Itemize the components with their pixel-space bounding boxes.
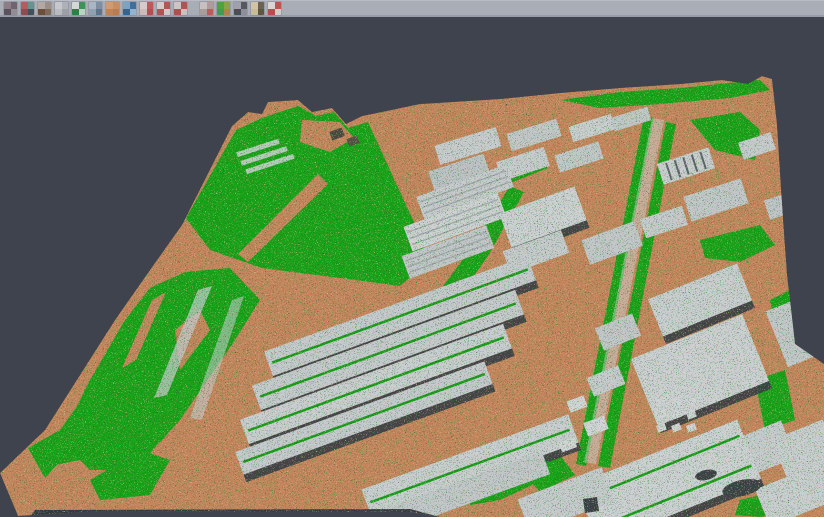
icon-pixel bbox=[241, 9, 248, 16]
toolbar-measure-icon[interactable] bbox=[268, 2, 281, 15]
toolbar-point-density-icon[interactable] bbox=[55, 2, 68, 15]
icon-pixel bbox=[275, 9, 282, 16]
icon-pixel bbox=[79, 9, 86, 16]
icon-pixel bbox=[207, 9, 214, 16]
icon-pixel bbox=[258, 9, 265, 16]
toolbar-classified-view-icon[interactable] bbox=[217, 2, 230, 15]
icon-pixel bbox=[164, 9, 171, 16]
toolbar-list-tool-icon[interactable] bbox=[140, 2, 153, 15]
toolbar-snapshot-icon[interactable] bbox=[234, 2, 247, 15]
toolbar-open-cloud-icon[interactable] bbox=[4, 2, 17, 15]
icon-pixel bbox=[45, 9, 52, 16]
icon-pixel bbox=[147, 9, 154, 16]
icon-pixel bbox=[11, 9, 18, 16]
toolbar-profile-view-icon[interactable] bbox=[89, 2, 102, 15]
toolbar-rect-select-icon[interactable] bbox=[174, 2, 187, 15]
toolbar-clear-selection-icon[interactable] bbox=[251, 2, 264, 15]
toolbar-noise-filter-icon[interactable] bbox=[200, 2, 213, 15]
icon-pixel bbox=[113, 9, 120, 16]
toolbar-vegetation-class-icon[interactable] bbox=[72, 2, 85, 15]
toolbar-ground-class-icon[interactable] bbox=[106, 2, 119, 15]
icon-pixel bbox=[130, 9, 137, 16]
toolbar-classify-points-icon[interactable] bbox=[21, 2, 34, 15]
icon-pixel bbox=[62, 9, 69, 16]
toolbar bbox=[0, 0, 824, 17]
point-cloud-render bbox=[0, 18, 824, 517]
viewport-3d[interactable] bbox=[0, 18, 824, 517]
toolbar-circle-select-icon[interactable] bbox=[157, 2, 170, 15]
icon-pixel bbox=[96, 9, 103, 16]
application-window bbox=[0, 0, 824, 517]
icon-pixel bbox=[28, 9, 35, 16]
toolbar-globe-view-icon[interactable] bbox=[123, 2, 136, 15]
icon-pixel bbox=[224, 9, 231, 16]
icon-pixel bbox=[181, 9, 188, 16]
toolbar-terrain-model-icon[interactable] bbox=[38, 2, 51, 15]
